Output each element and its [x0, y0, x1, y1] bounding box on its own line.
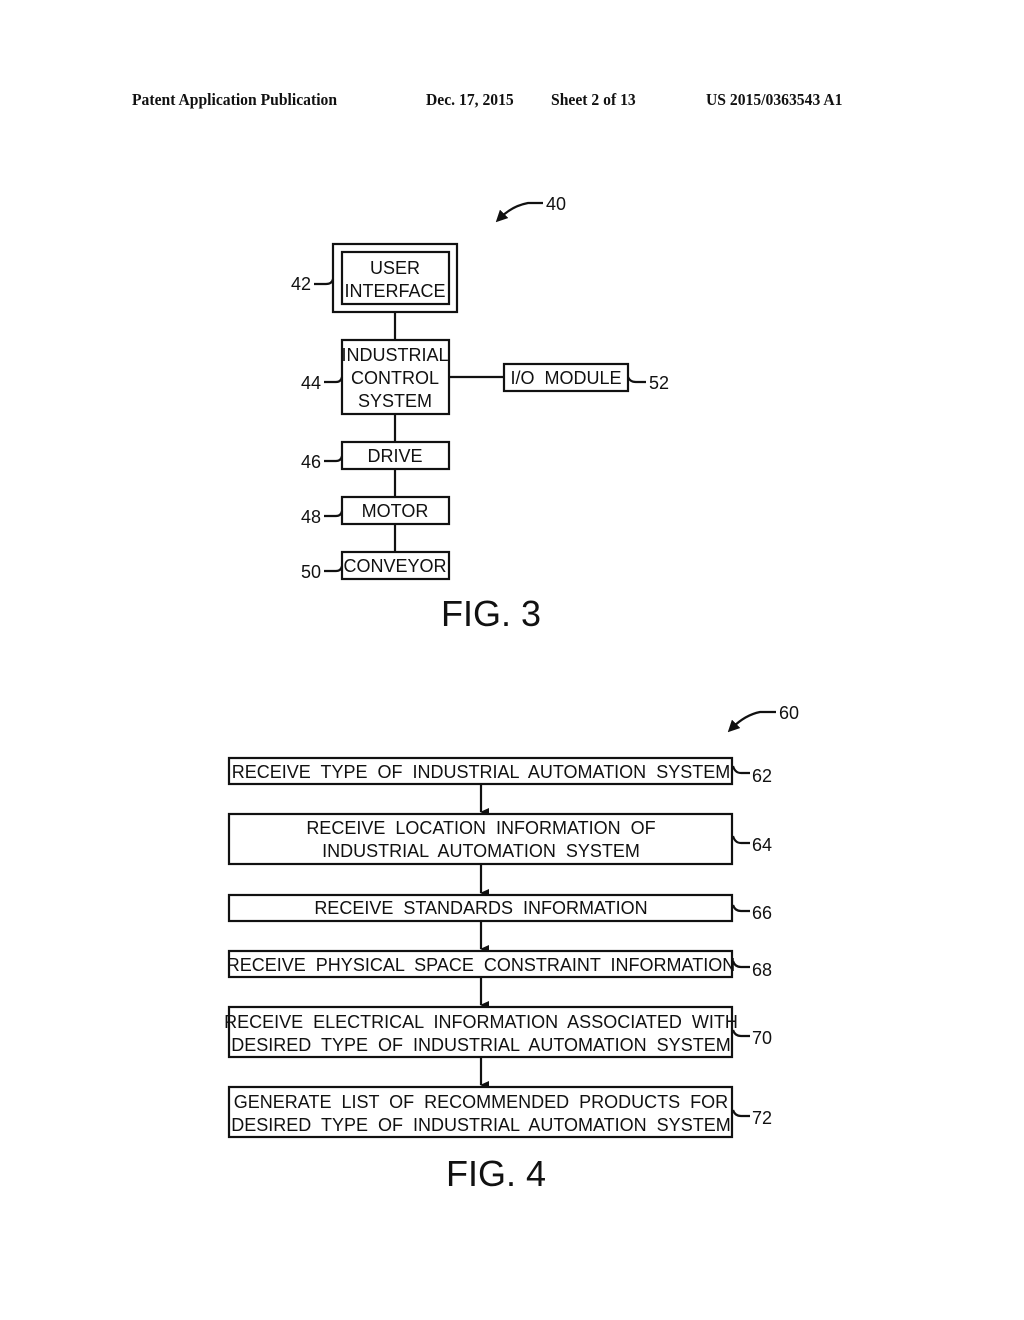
- step-text-line: INDUSTRIAL AUTOMATION SYSTEM: [322, 841, 640, 861]
- reference-arrow: [495, 201, 543, 223]
- step-text-line: RECEIVE LOCATION INFORMATION OF: [306, 818, 655, 838]
- patent-drawing: 40 USER INTERFACE 42 INDUSTRIAL CONTROL …: [224, 194, 799, 1194]
- block-label-line: CONVEYOR: [343, 556, 446, 576]
- ref-leader: [731, 1109, 750, 1118]
- step-text-line: RECEIVE STANDARDS INFORMATION: [314, 898, 647, 918]
- block-ref-number: 48: [301, 507, 321, 527]
- fig4-flowchart: 60 RECEIVE TYPE OF INDUSTRIAL AUTOMATION…: [224, 703, 799, 1194]
- ref-leader: [731, 765, 750, 775]
- block-user-interface: USER INTERFACE 42: [291, 242, 459, 314]
- step-ref-number: 68: [752, 960, 772, 980]
- ref-leader: [324, 455, 344, 463]
- step-ref-number: 66: [752, 903, 772, 923]
- block-drive: DRIVE 46: [301, 440, 451, 472]
- ref-leader: [731, 904, 750, 913]
- ref-leader: [324, 510, 344, 518]
- block-label-line: MOTOR: [362, 501, 429, 521]
- step-text-line: RECEIVE PHYSICAL SPACE CONSTRAINT INFORM…: [227, 955, 735, 975]
- block-industrial-control-system: INDUSTRIAL CONTROL SYSTEM 44: [301, 338, 451, 416]
- step-text-line: GENERATE LIST OF RECOMMENDED PRODUCTS FO…: [234, 1092, 728, 1112]
- fig4-caption: FIG. 4: [446, 1153, 546, 1194]
- block-conveyor: CONVEYOR 50: [301, 550, 451, 582]
- flow-step: RECEIVE LOCATION INFORMATION OF INDUSTRI…: [227, 812, 772, 866]
- block-label-line: INDUSTRIAL: [341, 345, 448, 365]
- block-ref-number: 52: [649, 373, 669, 393]
- ref-leader: [731, 960, 750, 969]
- fig4-ref-label: 60: [779, 703, 799, 723]
- fig3-caption: FIG. 3: [441, 593, 541, 634]
- step-text-line: DESIRED TYPE OF INDUSTRIAL AUTOMATION SY…: [231, 1035, 730, 1055]
- flow-step: RECEIVE ELECTRICAL INFORMATION ASSOCIATE…: [224, 1005, 772, 1059]
- block-label-line: SYSTEM: [358, 391, 432, 411]
- ref-leader: [626, 376, 646, 384]
- step-ref-number: 70: [752, 1028, 772, 1048]
- step-ref-number: 62: [752, 766, 772, 786]
- flow-step: RECEIVE TYPE OF INDUSTRIAL AUTOMATION SY…: [227, 756, 772, 786]
- step-text-line: RECEIVE ELECTRICAL INFORMATION ASSOCIATE…: [224, 1012, 738, 1032]
- block-ref-number: 44: [301, 373, 321, 393]
- flow-step: GENERATE LIST OF RECOMMENDED PRODUCTS FO…: [227, 1085, 772, 1139]
- fig3-ref-label: 40: [546, 194, 566, 214]
- ref-leader: [731, 835, 750, 845]
- reference-arrow: [727, 710, 776, 733]
- step-ref-number: 64: [752, 835, 772, 855]
- block-motor: MOTOR 48: [301, 495, 451, 527]
- fig3-diagram: 40 USER INTERFACE 42 INDUSTRIAL CONTROL …: [291, 194, 669, 634]
- block-label-line: INTERFACE: [344, 281, 445, 301]
- step-text-line: RECEIVE TYPE OF INDUSTRIAL AUTOMATION SY…: [232, 762, 730, 782]
- ref-leader: [324, 376, 344, 384]
- block-label-line: DRIVE: [367, 446, 422, 466]
- block-label-line: USER: [370, 258, 420, 278]
- block-io-module: I/O MODULE 52: [502, 362, 669, 393]
- flow-step: RECEIVE PHYSICAL SPACE CONSTRAINT INFORM…: [227, 949, 772, 980]
- step-text-line: DESIRED TYPE OF INDUSTRIAL AUTOMATION SY…: [231, 1115, 730, 1135]
- block-ref-number: 46: [301, 452, 321, 472]
- block-label-line: CONTROL: [351, 368, 439, 388]
- step-ref-number: 72: [752, 1108, 772, 1128]
- ref-leader: [324, 565, 344, 573]
- flow-step: RECEIVE STANDARDS INFORMATION 66: [227, 893, 772, 923]
- block-ref-number: 42: [291, 274, 311, 294]
- fig3-ref-pointer: 40: [495, 194, 566, 223]
- block-label-line: I/O MODULE: [510, 368, 621, 388]
- fig4-ref-pointer: 60: [727, 703, 799, 733]
- ref-leader: [314, 278, 335, 286]
- block-ref-number: 50: [301, 562, 321, 582]
